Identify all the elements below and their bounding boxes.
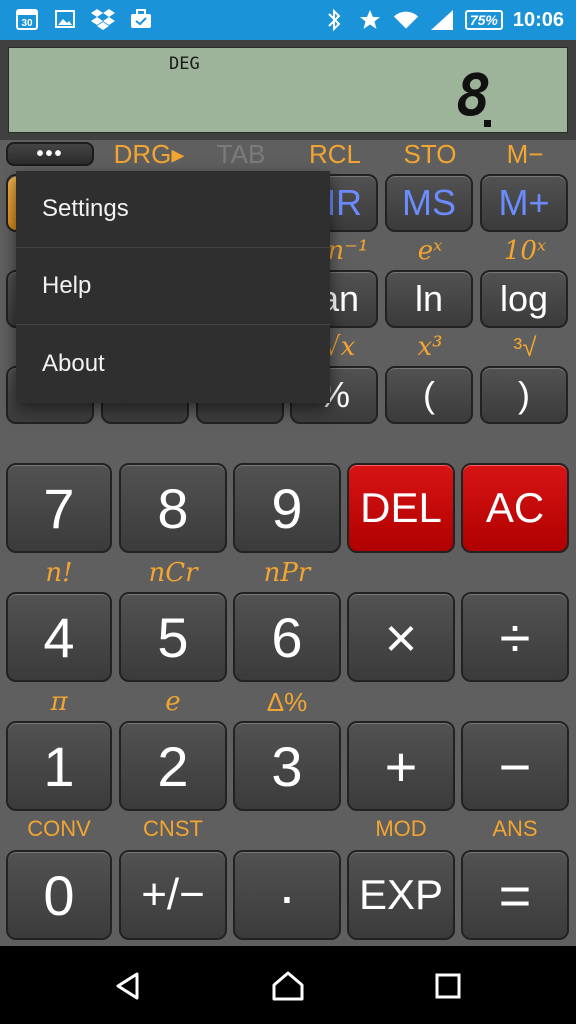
- gallery-icon: [52, 6, 78, 32]
- divide-button[interactable]: ÷: [461, 592, 569, 682]
- status-bar: 30 75% 10:06: [0, 0, 576, 40]
- wifi-icon: [393, 7, 419, 33]
- exp-e-label: eˣ: [417, 236, 443, 266]
- tab-label: TAB: [216, 139, 266, 169]
- plus-button[interactable]: +: [347, 721, 455, 811]
- menu-item-help[interactable]: Help: [16, 248, 330, 325]
- key-2[interactable]: 2: [119, 721, 227, 811]
- menu-item-about[interactable]: About: [16, 325, 330, 402]
- pi-label: π: [50, 687, 68, 717]
- delta-percent-label: Δ%: [266, 687, 308, 717]
- key-0[interactable]: 0: [6, 850, 112, 940]
- star-icon: [357, 7, 383, 33]
- e-constant-label: e: [165, 687, 181, 717]
- recents-icon[interactable]: [430, 970, 466, 1002]
- mod-label: MOD: [375, 816, 427, 841]
- decimal-point-indicator: [484, 120, 491, 127]
- key-1[interactable]: 1: [6, 721, 112, 811]
- menu-item-settings[interactable]: Settings: [16, 171, 330, 248]
- ans-label: ANS: [492, 816, 538, 841]
- key-7[interactable]: 7: [6, 463, 112, 553]
- key-8[interactable]: 8: [119, 463, 227, 553]
- cnst-label: CNST: [143, 816, 203, 841]
- delete-button[interactable]: DEL: [347, 463, 455, 553]
- ms-key[interactable]: MS: [385, 174, 473, 232]
- minus-button[interactable]: −: [461, 721, 569, 811]
- angle-mode-indicator: DEG: [169, 54, 200, 74]
- equals-button[interactable]: =: [461, 850, 569, 940]
- decimal-button[interactable]: ·: [233, 850, 341, 940]
- left-paren-key[interactable]: (: [385, 366, 473, 424]
- all-clear-button[interactable]: AC: [461, 463, 569, 553]
- npr-label: nPr: [263, 558, 311, 588]
- battery-indicator: 75%: [464, 10, 503, 30]
- negate-button[interactable]: +/−: [119, 850, 227, 940]
- overflow-popup-menu: Settings Help About: [16, 171, 330, 403]
- drg-label: DRG▸: [113, 139, 185, 169]
- signal-icon: [429, 7, 455, 33]
- mplus-key[interactable]: M+: [480, 174, 568, 232]
- calendar-day: 30: [21, 18, 33, 29]
- key-6[interactable]: 6: [233, 592, 341, 682]
- ln-key[interactable]: ln: [385, 270, 473, 328]
- log-key[interactable]: log: [480, 270, 568, 328]
- cube-root-label: ³√: [513, 332, 537, 362]
- rcl-label: RCL: [308, 139, 361, 169]
- cube-label: x³: [417, 332, 443, 362]
- key-3[interactable]: 3: [233, 721, 341, 811]
- lcd-display: DEG 8: [8, 47, 568, 133]
- dropbox-icon: [90, 6, 116, 32]
- home-icon[interactable]: [270, 970, 306, 1002]
- calendar-icon: 30: [14, 6, 40, 32]
- overflow-menu-button[interactable]: •••: [6, 142, 94, 166]
- key-5[interactable]: 5: [119, 592, 227, 682]
- key-4[interactable]: 4: [6, 592, 112, 682]
- exp-button[interactable]: EXP: [347, 850, 455, 940]
- key-9[interactable]: 9: [233, 463, 341, 553]
- clock: 10:06: [512, 8, 564, 31]
- display-frame: DEG 8: [0, 40, 576, 140]
- sto-label: STO: [403, 139, 457, 169]
- mminus-label: M−: [506, 139, 544, 169]
- conv-label: CONV: [27, 816, 91, 841]
- back-icon[interactable]: [110, 970, 146, 1002]
- multiply-button[interactable]: ×: [347, 592, 455, 682]
- bluetooth-icon: [321, 7, 347, 33]
- display-value: 8: [456, 61, 491, 129]
- factorial-label: n!: [45, 558, 73, 588]
- ncr-label: nCr: [148, 558, 198, 588]
- navigation-bar: [0, 946, 576, 1024]
- right-paren-key[interactable]: ): [480, 366, 568, 424]
- ten-power-label: 10ˣ: [503, 236, 547, 266]
- briefcase-icon: [128, 6, 154, 32]
